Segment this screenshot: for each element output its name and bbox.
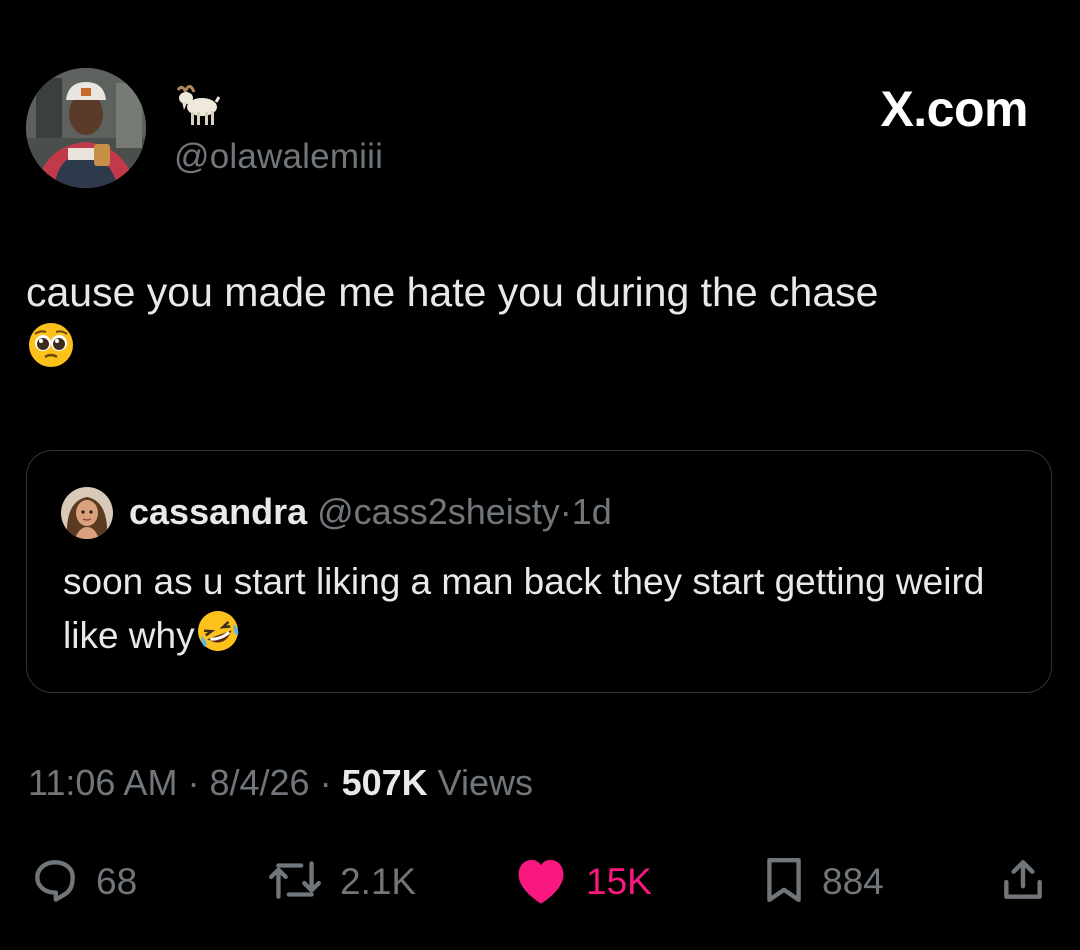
goat-icon bbox=[172, 82, 221, 130]
brand-logo: X.com bbox=[880, 81, 1028, 137]
views-label: Views bbox=[437, 762, 534, 803]
like-button[interactable]: 15K bbox=[512, 850, 652, 914]
reply-count: 68 bbox=[96, 861, 138, 902]
repost-button[interactable]: 2.1K bbox=[266, 850, 416, 914]
quoted-tweet-header: cassandra @cass2sheisty·1d bbox=[129, 491, 612, 533]
share-button[interactable] bbox=[998, 850, 1048, 914]
repost-icon bbox=[266, 855, 324, 910]
quoted-tweet-text: soon as u start liking a man back they s… bbox=[63, 555, 1023, 668]
quoted-separator: · bbox=[559, 491, 572, 532]
heart-icon bbox=[512, 854, 570, 911]
action-bar: 68 2.1K 15K 884 bbox=[0, 850, 1080, 914]
quoted-author-name[interactable]: cassandra bbox=[129, 491, 307, 532]
bookmark-count: 884 bbox=[822, 861, 884, 902]
views-count: 507K bbox=[341, 762, 428, 803]
like-count: 15K bbox=[586, 861, 652, 902]
reply-icon bbox=[30, 855, 80, 910]
pleading-face-icon bbox=[26, 320, 76, 384]
quoted-tweet-time[interactable]: 1d bbox=[572, 491, 612, 532]
share-icon bbox=[998, 855, 1048, 910]
bookmark-icon bbox=[762, 855, 806, 910]
author-avatar[interactable] bbox=[26, 68, 146, 188]
tweet-meta: 11:06 AM · 8/4/26 · 507K Views bbox=[28, 762, 533, 804]
repost-count: 2.1K bbox=[340, 861, 417, 902]
meta-separator-2: · bbox=[319, 762, 332, 803]
tweet-date[interactable]: 8/4/26 bbox=[209, 762, 309, 803]
tweet-text-content: cause you made me hate you during the ch… bbox=[26, 269, 879, 315]
rolling-laughing-icon bbox=[195, 608, 241, 668]
tweet-time[interactable]: 11:06 AM bbox=[28, 762, 177, 803]
tweet-text: cause you made me hate you during the ch… bbox=[26, 264, 1046, 384]
reply-button[interactable]: 68 bbox=[30, 850, 137, 914]
quoted-tweet-card[interactable]: cassandra @cass2sheisty·1d soon as u sta… bbox=[26, 450, 1052, 693]
meta-separator-1: · bbox=[187, 762, 200, 803]
quoted-author-handle[interactable]: @cass2sheisty bbox=[317, 491, 560, 532]
quoted-author-avatar[interactable] bbox=[61, 487, 113, 539]
author-handle[interactable]: @olawalemiii bbox=[174, 137, 383, 177]
bookmark-button[interactable]: 884 bbox=[762, 850, 884, 914]
